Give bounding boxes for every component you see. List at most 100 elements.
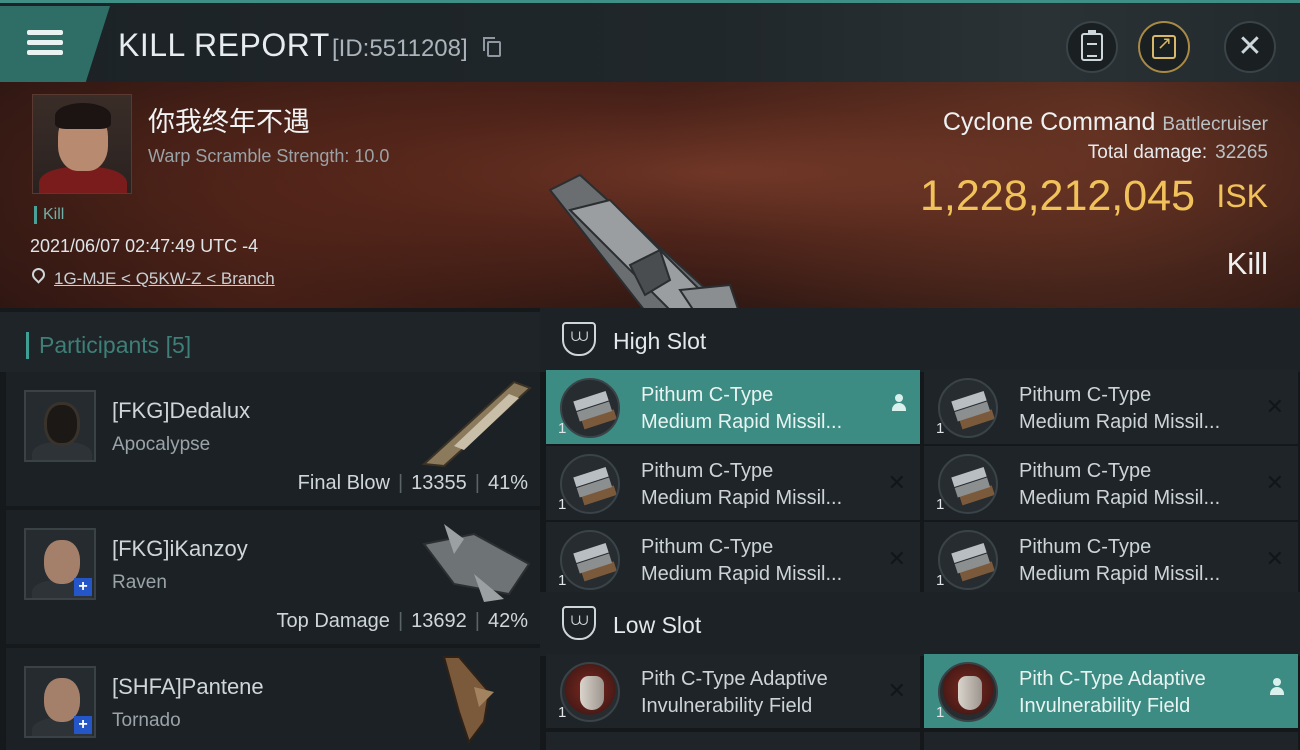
report-id: [ID:5511208]: [332, 35, 468, 62]
module-name: Pithum C-Type Medium Rapid Missil...: [641, 534, 842, 588]
participant-ship: Raven: [112, 572, 167, 593]
module-item[interactable]: 1 Pith C-Type Adaptive Invulnerability Fi…: [546, 654, 920, 728]
add-icon[interactable]: +: [74, 716, 92, 734]
participant-damage: 13355: [411, 472, 467, 494]
module-name-line2: Medium Rapid Missil...: [641, 411, 843, 433]
destroyed-icon: ✕: [887, 546, 906, 571]
add-icon[interactable]: +: [74, 578, 92, 596]
kill-tag: Kill: [34, 206, 64, 224]
ship-class: Battlecruiser: [1162, 114, 1268, 135]
high-slot-header: High Slot: [540, 308, 1300, 372]
participants-header[interactable]: Participants [5]: [0, 312, 540, 372]
module-item[interactable]: [924, 732, 1298, 750]
module-name-line2: Invulnerability Field: [1019, 695, 1191, 717]
module-name: Pithum C-Type Medium Rapid Missil...: [641, 382, 842, 436]
copy-icon[interactable]: [483, 37, 501, 57]
module-name-line2: Medium Rapid Missil...: [1019, 563, 1221, 585]
kill-location-link[interactable]: 1G-MJE < Q5KW-Z < Branch: [54, 269, 275, 289]
module-item[interactable]: 1 Pithum C-Type Medium Rapid Missil... ✕: [924, 446, 1298, 520]
page-title: KILL REPORT: [118, 27, 330, 63]
module-item[interactable]: 1 Pithum C-Type Medium Rapid Missil... ✕: [924, 522, 1298, 596]
person-icon: [1270, 678, 1284, 696]
low-slot-label: Low Slot: [613, 612, 702, 638]
stats-sep: |: [397, 472, 404, 494]
module-quantity: 1: [558, 572, 567, 589]
module-item[interactable]: 1 Pithum C-Type Medium Rapid Missil...: [546, 370, 920, 444]
menu-icon-bar: [27, 50, 63, 55]
clipboard-button[interactable]: [1066, 21, 1118, 73]
avatar: [24, 390, 96, 462]
share-icon: [1152, 33, 1176, 59]
victim-ship-name: Cyclone Command Battlecruiser: [943, 108, 1268, 137]
fitting-panel: High Slot 1 Pithum C-Type Medium Rapid Mi…: [540, 308, 1300, 750]
missile-launcher-icon: [938, 378, 998, 438]
ship-type: Cyclone Command: [942, 108, 1156, 136]
close-icon: ✕: [1237, 30, 1263, 63]
module-item[interactable]: 1 Pithum C-Type Medium Rapid Missil... ✕: [924, 370, 1298, 444]
total-damage-label: Total damage:: [1087, 142, 1208, 163]
missile-launcher-icon: [560, 378, 620, 438]
destroyed-icon: ✕: [1265, 470, 1284, 495]
module-name-line2: Invulnerability Field: [641, 695, 813, 717]
module-quantity: 1: [936, 704, 945, 721]
participant-percent: 41%: [487, 472, 528, 494]
participant-role: Final Blow: [297, 472, 390, 494]
module-quantity: 1: [558, 496, 567, 513]
participants-count: [5]: [165, 332, 192, 358]
high-slot-label: High Slot: [613, 328, 707, 354]
module-name: Pith C-Type Adaptive Invulnerability Fiel…: [641, 666, 828, 720]
participant-row[interactable]: + [FKG]iKanzoy Raven Top Damage | 13692 | 42…: [6, 510, 540, 644]
participants-label: Participants [5]: [26, 332, 191, 359]
participant-row[interactable]: + [SHFA]Pantene Tornado: [6, 648, 540, 750]
module-item[interactable]: 1 Pithum C-Type Medium Rapid Missil... ✕: [546, 446, 920, 520]
destroyed-icon: ✕: [1265, 394, 1284, 419]
module-item[interactable]: 1 Pithum C-Type Medium Rapid Missil... ✕: [546, 522, 920, 596]
module-quantity: 1: [936, 496, 945, 513]
module-name-line1: Pith C-Type Adaptive: [641, 668, 828, 690]
warp-scramble-strength: Warp Scramble Strength: 10.0: [148, 146, 390, 166]
menu-icon: [27, 30, 63, 35]
participants-title: Participants: [39, 332, 160, 358]
header-bar: KILL REPORT [ID:5511208] ✕: [0, 0, 1300, 82]
menu-button[interactable]: [0, 6, 110, 82]
module-quantity: 1: [936, 420, 945, 437]
victim-name[interactable]: 你我终年不遇: [148, 100, 310, 139]
participant-name: [SHFA]Pantene: [112, 674, 264, 699]
participant-name: [FKG]Dedalux: [112, 398, 251, 423]
participant-ship-image: [442, 656, 494, 744]
module-name: Pith C-Type Adaptive Invulnerability Fiel…: [1019, 666, 1206, 720]
participants-panel: Participants [5] [FKG]Dedalux Apocalypse…: [0, 308, 540, 750]
clipboard-icon: [1081, 30, 1103, 61]
participant-row[interactable]: [FKG]Dedalux Apocalypse Final Blow | 13355…: [6, 372, 540, 506]
avatar: +: [24, 528, 96, 600]
module-item[interactable]: 1 Pith C-Type Adaptive Invulnerability Fi…: [924, 654, 1298, 728]
victim-portrait[interactable]: [32, 94, 132, 194]
close-button[interactable]: ✕: [1224, 21, 1276, 73]
total-damage: Total damage: 32265: [1088, 142, 1268, 164]
person-icon: [892, 394, 906, 412]
avatar-head: [44, 402, 80, 446]
module-item[interactable]: [546, 732, 920, 750]
kill-result: Kill: [1226, 246, 1268, 281]
module-quantity: 1: [558, 420, 567, 437]
missile-launcher-icon: [560, 454, 620, 514]
participant-percent: 42%: [487, 610, 528, 632]
portrait-body: [39, 167, 127, 193]
module-name-line2: Medium Rapid Missil...: [1019, 411, 1221, 433]
share-button[interactable]: [1138, 21, 1190, 73]
kill-datetime: 2021/06/07 02:47:49 UTC -4: [30, 236, 259, 256]
participant-ship: Tornado: [112, 710, 181, 731]
participant-stats: Top Damage | 13692 | 42%: [277, 610, 528, 633]
participant-ship-image: [422, 524, 531, 602]
stats-sep: |: [397, 610, 404, 632]
high-slot-icon: [562, 322, 596, 356]
stats-sep: |: [474, 610, 480, 632]
victim-ship-image[interactable]: [540, 170, 760, 308]
module-name: Pithum C-Type Medium Rapid Missil...: [1019, 458, 1220, 512]
participant-damage: 13692: [411, 610, 467, 632]
missile-launcher-icon: [938, 530, 998, 590]
module-name-line1: Pith C-Type Adaptive: [1019, 668, 1206, 690]
module-name-line1: Pithum C-Type: [1019, 384, 1152, 406]
module-name-line1: Pithum C-Type: [641, 536, 774, 558]
portrait-hair: [55, 103, 111, 129]
